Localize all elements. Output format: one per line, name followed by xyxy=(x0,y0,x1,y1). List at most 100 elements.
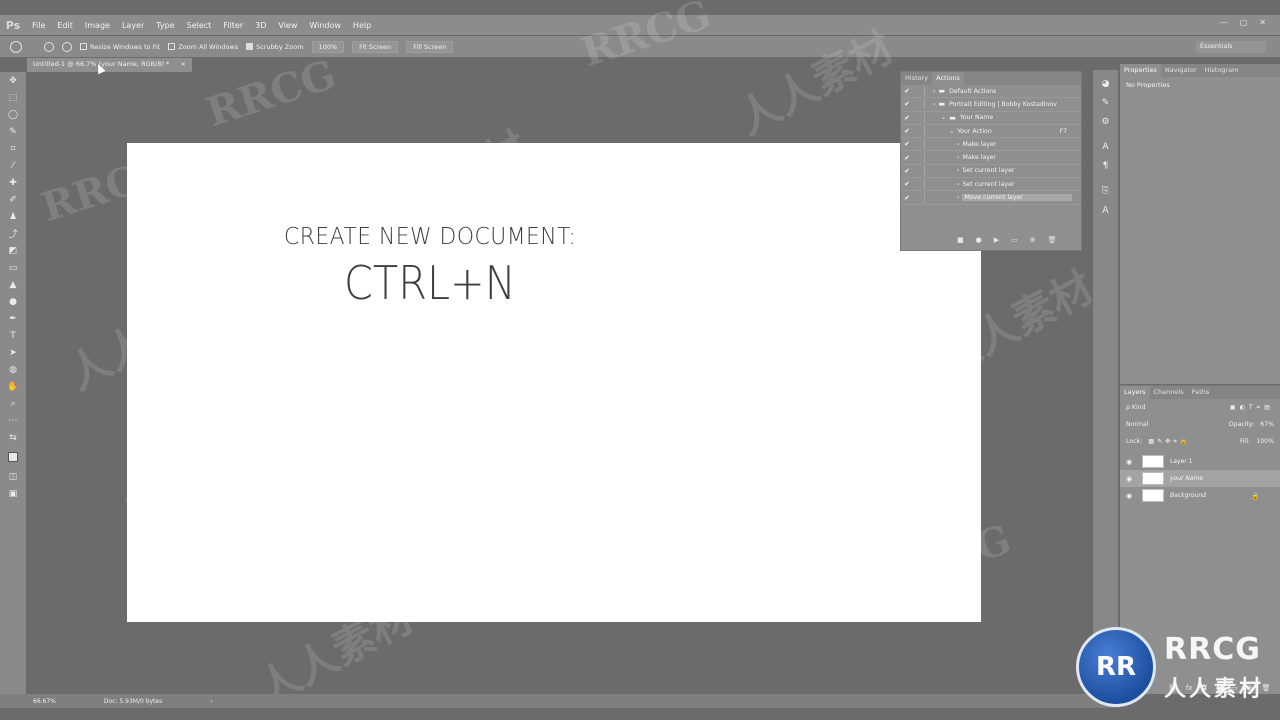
layer-kind-filter[interactable]: ρ Kind xyxy=(1126,404,1146,411)
status-arrow-icon[interactable]: › xyxy=(210,698,212,705)
action-row[interactable]: ✔ › ▬ Portrait Editing | Bobby Kostadinov xyxy=(901,98,1081,112)
history-brush-icon[interactable]: ⤴ xyxy=(0,225,26,242)
menu-file[interactable]: File xyxy=(26,21,51,30)
expand-chevron-icon[interactable]: › xyxy=(933,101,935,108)
menu-filter[interactable]: Filter xyxy=(217,21,249,30)
action-toggle-check-icon[interactable]: ✔ xyxy=(901,167,913,175)
close-icon[interactable]: ✕ xyxy=(1259,18,1266,27)
action-row[interactable]: ✔ › Make layer xyxy=(901,138,1081,152)
menu-view[interactable]: View xyxy=(272,21,303,30)
zoom-out-icon[interactable] xyxy=(62,41,72,52)
delete-icon[interactable]: 🗑 xyxy=(1048,236,1057,244)
screen-mode-icon[interactable]: ▣ xyxy=(0,485,26,502)
action-toggle-check-icon[interactable]: ✔ xyxy=(901,154,913,162)
status-zoom[interactable]: 66.67% xyxy=(33,698,56,705)
expand-chevron-icon[interactable]: › xyxy=(933,88,935,95)
hand-tool-icon[interactable]: ✋ xyxy=(0,378,26,395)
dialog-toggle-box[interactable] xyxy=(913,86,925,97)
expand-chevron-icon[interactable]: › xyxy=(957,167,959,174)
tab-close-icon[interactable]: × xyxy=(181,60,186,70)
fill-value[interactable]: 100% xyxy=(1256,438,1274,445)
action-row[interactable]: ✔ ⌄ ▬ Your Name xyxy=(901,112,1081,125)
crop-tool-icon[interactable]: ⌗ xyxy=(0,140,26,157)
action-toggle-check-icon[interactable]: ✔ xyxy=(901,114,913,122)
action-row[interactable]: ✔ › Set current layer xyxy=(901,165,1081,179)
stop-icon[interactable]: ■ xyxy=(957,236,964,244)
action-toggle-check-icon[interactable]: ✔ xyxy=(901,140,913,148)
visibility-eye-icon[interactable]: ◉ xyxy=(1126,475,1136,483)
layer-row[interactable]: ◉ Layer 1 xyxy=(1120,453,1280,470)
expand-chevron-icon[interactable]: › xyxy=(957,194,959,201)
stamp-tool-icon[interactable]: ♟ xyxy=(0,208,26,225)
gradient-tool-icon[interactable]: ▭ xyxy=(0,259,26,276)
dialog-toggle-box[interactable] xyxy=(913,152,925,163)
menu-3d[interactable]: 3D xyxy=(249,21,272,30)
dialog-toggle-box[interactable] xyxy=(913,179,925,190)
action-row[interactable]: ✔ › Set current layer xyxy=(901,178,1081,192)
lasso-tool-icon[interactable]: ◯ xyxy=(0,106,26,123)
action-toggle-check-icon[interactable]: ✔ xyxy=(901,180,913,188)
dialog-toggle-box[interactable] xyxy=(913,165,925,176)
document-tab[interactable]: Untitled-1 @ 66,7% (your Name, RGB/8) * … xyxy=(27,58,192,72)
record-icon[interactable]: ● xyxy=(976,236,982,244)
scrubby-zoom-option[interactable]: Scrubby Zoom xyxy=(246,43,304,51)
menu-type[interactable]: Type xyxy=(150,21,180,30)
tab-paths[interactable]: Paths xyxy=(1188,386,1214,399)
action-toggle-check-icon[interactable]: ✔ xyxy=(901,127,913,135)
brush-panel-icon[interactable]: ✎ xyxy=(1093,93,1118,112)
action-toggle-check-icon[interactable]: ✔ xyxy=(901,194,913,202)
menu-edit[interactable]: Edit xyxy=(51,21,79,30)
layer-row[interactable]: ◉ Background 🔒 xyxy=(1120,487,1280,504)
dialog-toggle-box[interactable] xyxy=(913,192,925,203)
eraser-tool-icon[interactable]: ◩ xyxy=(0,242,26,259)
expand-chevron-icon[interactable]: › xyxy=(957,181,959,188)
tab-layers[interactable]: Layers xyxy=(1120,386,1150,399)
dialog-toggle-box[interactable] xyxy=(913,139,925,150)
visibility-eye-icon[interactable]: ◉ xyxy=(1126,492,1136,500)
dialog-toggle-box[interactable] xyxy=(913,126,925,137)
adjustments-icon[interactable]: ⚙ xyxy=(1093,112,1118,131)
dialog-toggle-box[interactable] xyxy=(913,99,925,110)
blur-tool-icon[interactable]: ▲ xyxy=(0,276,26,293)
document-canvas[interactable] xyxy=(127,143,981,622)
tab-actions[interactable]: Actions xyxy=(932,72,964,85)
zoom-100-button[interactable]: 100% xyxy=(311,40,345,53)
tab-navigator[interactable]: Navigator xyxy=(1161,64,1201,77)
marquee-tool-icon[interactable]: ⬚ xyxy=(0,89,26,106)
type-tool-icon[interactable]: T xyxy=(0,327,26,344)
filter-icons[interactable]: ▣◐T⌗▤ xyxy=(1230,404,1274,412)
fill-screen-button[interactable]: Fill Screen xyxy=(406,40,454,53)
zoom-all-checkbox[interactable] xyxy=(168,43,176,50)
expand-chevron-icon[interactable]: ⌄ xyxy=(949,128,954,135)
zoom-all-option[interactable]: Zoom All Windows xyxy=(168,43,238,51)
expand-chevron-icon[interactable]: ⌄ xyxy=(941,114,946,121)
new-action-icon[interactable]: ⊕ xyxy=(1030,236,1036,244)
expand-chevron-icon[interactable]: › xyxy=(957,154,959,161)
workspace-select[interactable]: Essentials xyxy=(1196,41,1266,53)
opacity-value[interactable]: 67% xyxy=(1260,421,1274,428)
paragraph-icon[interactable]: ¶ xyxy=(1093,156,1118,175)
minimize-icon[interactable]: — xyxy=(1220,18,1228,27)
visibility-eye-icon[interactable]: ◉ xyxy=(1126,458,1136,466)
tab-properties[interactable]: Properties xyxy=(1120,64,1161,77)
resize-windows-option[interactable]: Resize Windows to Fit xyxy=(80,43,160,51)
tab-histogram[interactable]: Histogram xyxy=(1201,64,1243,77)
shape-tool-icon[interactable]: ◍ xyxy=(0,361,26,378)
resize-windows-checkbox[interactable] xyxy=(80,43,87,50)
lock-icons[interactable]: ▦✎✥⌗🔒 xyxy=(1148,437,1190,446)
dodge-tool-icon[interactable]: ● xyxy=(0,293,26,310)
blend-mode-select[interactable]: Normal xyxy=(1126,421,1196,428)
layer-row[interactable]: ◉ your Name xyxy=(1120,470,1280,487)
zoom-tool-icon[interactable] xyxy=(10,40,22,53)
action-row[interactable]: ✔ › Make layer xyxy=(901,151,1081,165)
healing-tool-icon[interactable]: ✚ xyxy=(0,174,26,191)
menu-layer[interactable]: Layer xyxy=(116,21,150,30)
color-panel-icon[interactable]: ◕ xyxy=(1093,74,1118,93)
menu-image[interactable]: Image xyxy=(79,21,116,30)
menu-help[interactable]: Help xyxy=(347,21,377,30)
zoom-in-icon[interactable] xyxy=(44,41,54,52)
styles-icon[interactable]: Ａ xyxy=(1093,200,1118,219)
tab-channels[interactable]: Channels xyxy=(1150,386,1188,399)
menu-select[interactable]: Select xyxy=(181,21,218,30)
action-row[interactable]: ✔ › Move current layer xyxy=(901,191,1081,205)
